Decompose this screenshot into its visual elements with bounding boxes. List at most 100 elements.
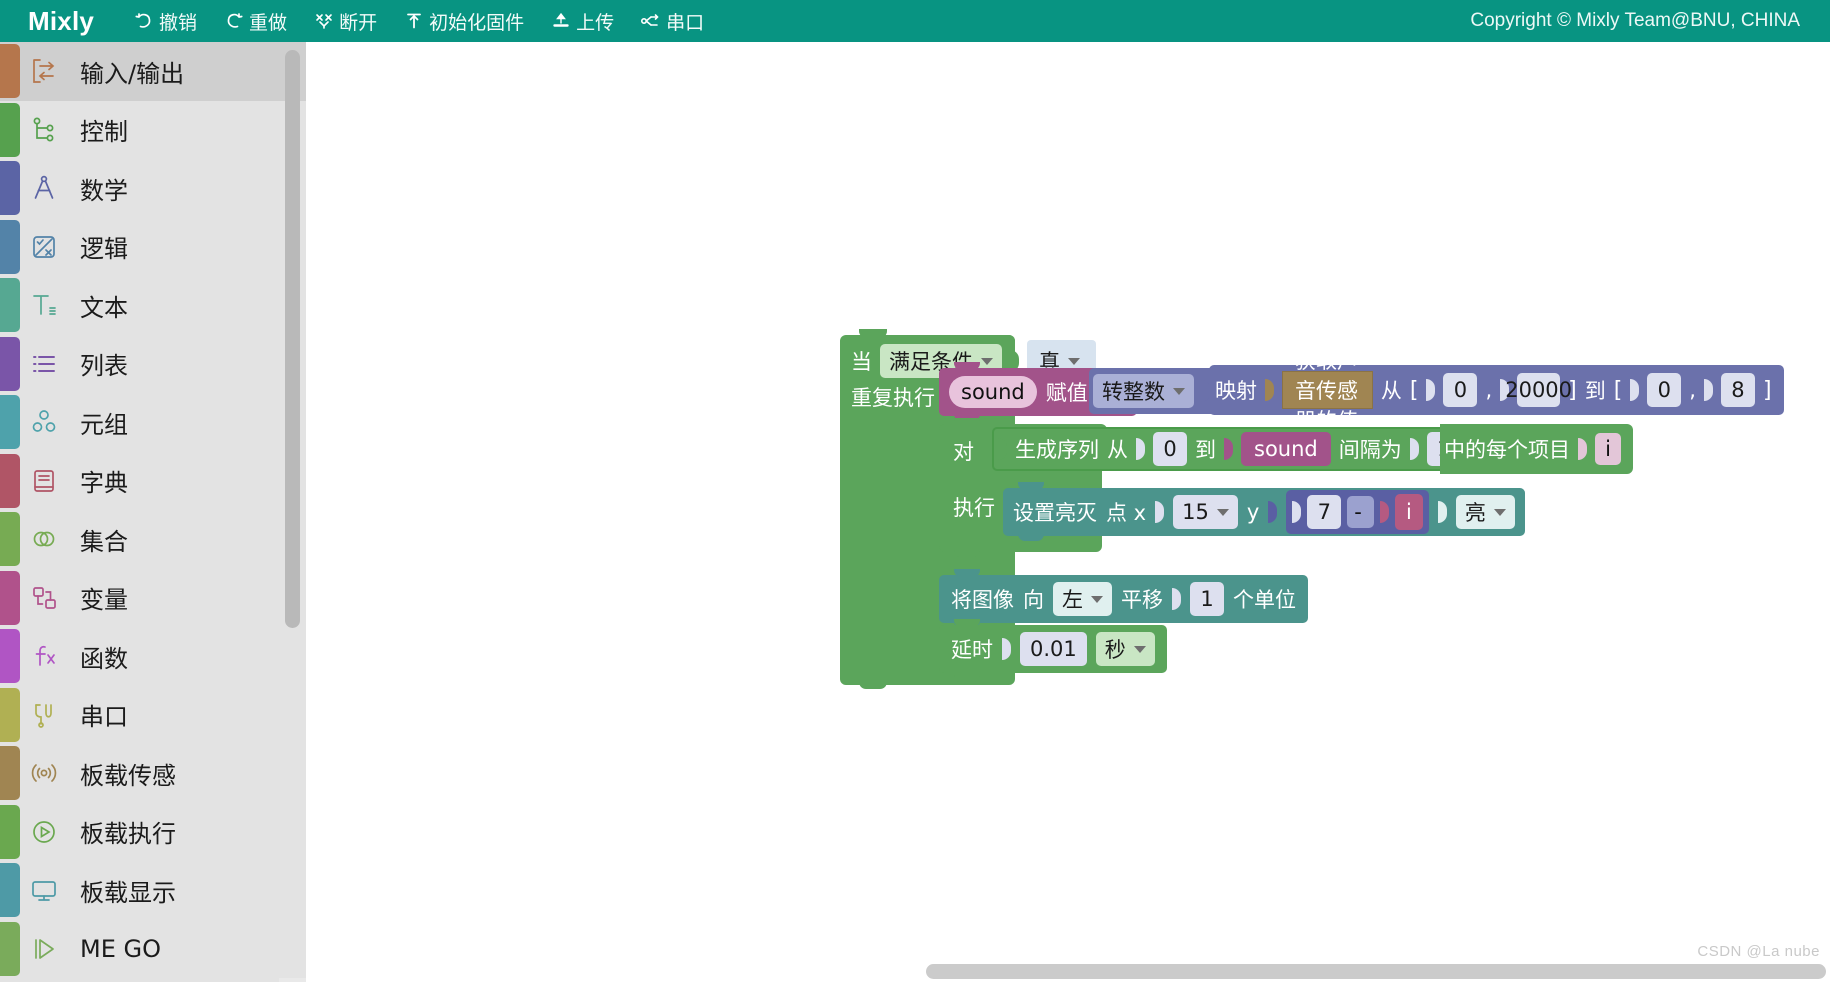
sidebar-item-set[interactable]: 集合 (0, 510, 306, 569)
variable-icon (27, 581, 61, 615)
sidebar-item-input-output[interactable]: 输入/输出 (0, 42, 306, 101)
map-to-label: 到 (1584, 379, 1606, 403)
sidebar-item-label: 元组 (80, 410, 128, 439)
foreach-item-plug (1578, 438, 1587, 460)
foreach-tail: 中的每个项目 i (1440, 424, 1633, 474)
sidebar-item-me-go[interactable]: ME GO (0, 919, 306, 978)
sidebar-item-onboard-display[interactable]: 板载显示 (0, 861, 306, 920)
menu-disconnect[interactable]: 断开 (300, 0, 390, 42)
range-step-label: 间隔为 (1338, 438, 1402, 462)
to-integer-block[interactable]: 转整数 (1089, 368, 1220, 414)
map-from-min-plug (1426, 379, 1436, 401)
sidebar-item-label: 函数 (80, 644, 128, 673)
arithmetic-block[interactable]: 7 - i (1286, 490, 1429, 534)
set-pixel-state-dropdown[interactable]: 亮 (1455, 495, 1515, 529)
category-color-bar (0, 804, 20, 859)
map-comma-2: , (1689, 378, 1696, 402)
range-to-plug (1224, 438, 1233, 460)
range-step-plug (1409, 438, 1419, 460)
foreach-item-variable[interactable]: i (1595, 433, 1621, 465)
while-bottom-notch (859, 679, 887, 689)
shift-image-block[interactable]: 将图像 向 左 平移 1 个单位 (939, 575, 1308, 623)
map-label: 映射 (1215, 379, 1257, 403)
blockly-workspace[interactable]: 当 满足条件 真 重复执行 sound 赋值为 转整数 映射 获取声音传感器的值… (306, 42, 1830, 982)
map-to-min-field[interactable]: 0 (1647, 373, 1682, 407)
chevron-down-icon (1068, 357, 1080, 365)
app-logo[interactable]: Mixly (28, 6, 94, 37)
category-sidebar[interactable]: 输入/输出 控制 数学 逻辑 文本 列表 元组 字典 集合 变量 函数 串口 板… (0, 42, 306, 982)
workspace-hscrollbar-thumb[interactable] (926, 964, 1826, 979)
sidebar-item-label: 板载传感 (80, 761, 176, 790)
arith-operator-dropdown[interactable]: - (1347, 496, 1374, 528)
sidebar-item-label: 文本 (80, 293, 128, 322)
sidebar-item-logic[interactable]: 逻辑 (0, 217, 306, 276)
to-integer-dropdown[interactable]: 转整数 (1093, 374, 1194, 408)
map-to-max-field[interactable]: 8 (1720, 373, 1755, 407)
chevron-down-icon (1216, 508, 1229, 516)
set-pixel-x-label: 点 x (1106, 501, 1147, 525)
sidebar-item-label: 逻辑 (80, 235, 128, 264)
menu-upload-label: 上传 (576, 12, 615, 34)
menu-upload[interactable]: 上传 (537, 0, 627, 42)
sidebar-item-function[interactable]: 函数 (0, 627, 306, 686)
menu-redo-label: 重做 (249, 12, 288, 34)
sidebar-item-label: 串口 (80, 703, 128, 732)
shift-amount-field[interactable]: 1 (1190, 582, 1224, 616)
map-block[interactable]: 映射 获取声音传感器的值 从 [ 0 , 20000 ] 到 [ 0 , 8 ] (1209, 349, 1784, 433)
range-block[interactable]: 生成序列 从 0 到 sound 间隔为 1 (992, 427, 1475, 471)
chevron-down-icon (1173, 387, 1185, 395)
arith-left-operand[interactable]: 7 (1307, 495, 1342, 529)
workspace-hscrollbar-track[interactable] (306, 960, 1830, 982)
sidebar-item-math[interactable]: 数学 (0, 159, 306, 218)
sidebar-item-label: 数学 (80, 176, 128, 205)
serial-icon (640, 10, 662, 32)
sound-sensor-value-block[interactable]: 获取声音传感器的值 (1282, 349, 1373, 433)
arith-right-plug (1379, 501, 1389, 523)
sidebar-item-serial-port[interactable]: 串口 (0, 685, 306, 744)
sidebar-item-tuple[interactable]: 元组 (0, 393, 306, 452)
sidebar-item-variable[interactable]: 变量 (0, 568, 306, 627)
delay-block[interactable]: 延时 0.01 秒 (939, 625, 1167, 673)
set-icon (27, 522, 61, 556)
range-from-field[interactable]: 0 (1153, 432, 1187, 466)
sidebar-item-dict[interactable]: 字典 (0, 451, 306, 510)
map-from-max-field[interactable]: 20000 (1505, 373, 1572, 407)
map-source-plug (1265, 379, 1274, 401)
menu-serial[interactable]: 串口 (627, 0, 717, 42)
shift-direction-value: 左 (1062, 588, 1083, 612)
watermark-text: CSDN @La nube (1697, 943, 1820, 960)
disconnect-icon (313, 10, 335, 32)
menu-undo[interactable]: 撤销 (120, 0, 210, 42)
upload-icon (550, 10, 572, 32)
copyright-text: Copyright © Mixly Team@BNU, CHINA (1470, 10, 1800, 31)
sidebar-item-text[interactable]: 文本 (0, 276, 306, 335)
sidebar-item-onboard-actuator[interactable]: 板载执行 (0, 802, 306, 861)
menu-redo[interactable]: 重做 (210, 0, 300, 42)
shift-move-label: 平移 (1121, 588, 1163, 612)
delay-bottom-notch (954, 673, 980, 682)
range-to-variable[interactable]: sound (1241, 432, 1331, 466)
map-from-min-field[interactable]: 0 (1443, 373, 1478, 407)
sidebar-item-label: 控制 (80, 118, 128, 147)
chevron-down-icon (981, 357, 993, 365)
set-variable-name[interactable]: sound (949, 376, 1037, 408)
category-color-bar (0, 336, 20, 391)
sidebar-item-control[interactable]: 控制 (0, 100, 306, 159)
control-icon (27, 113, 61, 147)
sidebar-item-list[interactable]: 列表 (0, 334, 306, 393)
map-bracket-open-2: [ (1613, 377, 1623, 403)
menu-init-firmware[interactable]: 初始化固件 (390, 0, 537, 42)
arith-right-operand[interactable]: i (1394, 494, 1423, 530)
delay-unit-dropdown[interactable]: 秒 (1095, 632, 1155, 666)
menu-disconnect-label: 断开 (339, 12, 378, 34)
set-pixel-block[interactable]: 设置亮灭 点 x 15 y 7 - i 亮 (1003, 488, 1525, 536)
delay-value-field[interactable]: 0.01 (1020, 632, 1087, 666)
sidebar-scrollbar-thumb[interactable] (285, 50, 300, 628)
shift-direction-dropdown[interactable]: 左 (1053, 582, 1112, 616)
sidebar-item-onboard-sensor[interactable]: 板载传感 (0, 744, 306, 803)
category-color-bar (0, 395, 20, 449)
set-pixel-x-dropdown[interactable]: 15 (1173, 495, 1238, 529)
set-pixel-y-label: y (1246, 500, 1260, 524)
set-pixel-state-value: 亮 (1464, 501, 1486, 525)
range-label: 生成序列 (1015, 438, 1099, 462)
